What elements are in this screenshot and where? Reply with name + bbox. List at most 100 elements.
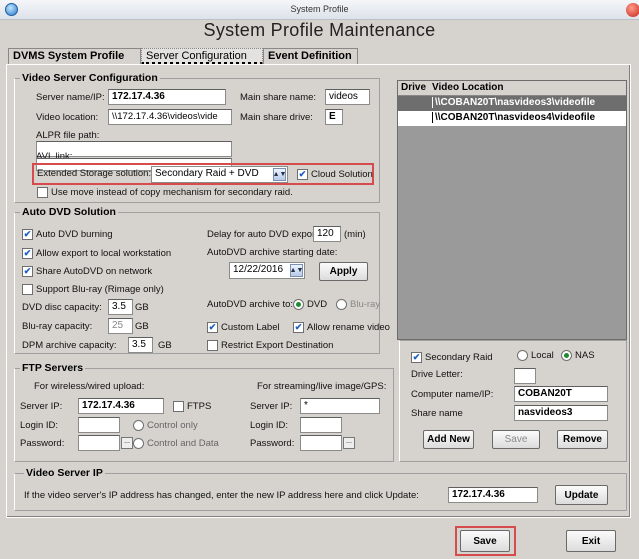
save-button[interactable]: Save xyxy=(460,530,510,552)
ftp-server-ip-input[interactable]: 172.17.4.36 xyxy=(78,398,164,414)
computer-name-input[interactable]: COBAN20T xyxy=(514,386,608,402)
archive-bluray-radio[interactable] xyxy=(336,299,347,310)
bluray-capacity-label: Blu-ray capacity: xyxy=(22,321,93,332)
ftp-left-caption: For wireless/wired upload: xyxy=(34,381,145,392)
update-button[interactable]: Update xyxy=(555,485,608,505)
stream-password-input[interactable] xyxy=(300,435,342,451)
delay-unit: (min) xyxy=(344,229,366,240)
apply-button[interactable]: Apply xyxy=(319,262,368,281)
nas-radio[interactable] xyxy=(561,350,572,361)
group-title: Auto DVD Solution xyxy=(20,206,118,218)
tab-dvms-system-profile[interactable]: DVMS System Profile xyxy=(8,48,141,65)
group-title: FTP Servers xyxy=(20,362,86,374)
group-title: Video Server IP xyxy=(24,467,105,479)
dvd-capacity-label: DVD disc capacity: xyxy=(22,302,102,313)
exit-button[interactable]: Exit xyxy=(566,530,616,552)
start-date-value: 12/22/2016 xyxy=(233,264,284,275)
auto-dvd-burning-label: Auto DVD burning xyxy=(36,229,113,240)
ftps-label: FTPS xyxy=(187,401,212,412)
restrict-export-checkbox[interactable] xyxy=(207,340,218,351)
checkmark-icon: ✔ xyxy=(23,266,32,276)
dpm-capacity-input[interactable]: 3.5 xyxy=(128,337,153,353)
dvd-capacity-input[interactable]: 3.5 xyxy=(108,299,133,315)
dpm-capacity-label: DPM archive capacity: xyxy=(22,340,117,351)
start-date-label: AutoDVD archive starting date: xyxy=(207,247,338,258)
control-and-data-label: Control and Data xyxy=(147,438,219,449)
main-share-name-label: Main share name: xyxy=(240,92,317,103)
video-location-input[interactable]: \\172.17.4.36\videos\vide xyxy=(108,109,232,125)
local-radio[interactable] xyxy=(517,350,528,361)
allow-rename-checkbox[interactable]: ✔ xyxy=(293,322,304,333)
alpr-path-label: ALPR file path: xyxy=(36,130,100,141)
drive-column-header[interactable]: Drive xyxy=(401,82,426,93)
share-name-input[interactable]: nasvideos3 xyxy=(514,405,608,421)
share-network-label: Share AutoDVD on network xyxy=(36,266,153,277)
checkmark-icon: ✔ xyxy=(412,352,421,362)
control-only-radio[interactable] xyxy=(133,420,144,431)
table-row[interactable]: \\COBAN20T\nasvideos3\videofile xyxy=(398,96,626,111)
use-move-checkbox[interactable] xyxy=(37,187,48,198)
nas-label: NAS xyxy=(575,350,595,361)
tab-server-configuration[interactable]: Server Configuration xyxy=(141,48,263,65)
checkmark-icon: ✔ xyxy=(23,229,32,239)
start-date-picker[interactable]: 12/22/2016 ▲▼ xyxy=(229,262,305,279)
server-ip-label: Server IP: xyxy=(250,401,293,412)
page-title: System Profile Maintenance xyxy=(203,20,436,40)
server-name-input[interactable]: 172.17.4.36 xyxy=(108,89,226,105)
use-move-label: Use move instead of copy mechanism for s… xyxy=(51,187,293,198)
video-location-label: Video location: xyxy=(36,112,99,123)
location-column-header[interactable]: Video Location xyxy=(432,82,504,93)
stream-server-ip-input[interactable]: * xyxy=(300,398,380,414)
gb-unit: GB xyxy=(158,340,172,351)
support-bluray-checkbox[interactable] xyxy=(22,284,33,295)
computer-name-label: Computer name/IP: xyxy=(411,389,494,400)
drive-letter-input[interactable] xyxy=(514,368,536,384)
checkmark-icon: ✔ xyxy=(294,322,303,332)
custom-label-label: Custom Label xyxy=(221,322,280,333)
dropdown-arrow-icon[interactable]: ▲▼ xyxy=(273,168,286,181)
share-name-label: Share name xyxy=(411,408,463,419)
ftps-checkbox[interactable] xyxy=(173,401,184,412)
custom-label-checkbox[interactable]: ✔ xyxy=(207,322,218,333)
archive-dvd-label: DVD xyxy=(307,299,328,310)
cloud-solution-label: Cloud Solution xyxy=(311,169,373,180)
secondary-save-button[interactable]: Save xyxy=(492,430,540,449)
server-name-label: Server name/IP: xyxy=(36,92,105,103)
add-new-button[interactable]: Add New xyxy=(423,430,474,449)
checkmark-icon: ✔ xyxy=(23,248,32,258)
allow-export-checkbox[interactable]: ✔ xyxy=(22,248,33,259)
location-cell: \\COBAN20T\nasvideos4\videofile xyxy=(432,112,595,123)
allow-rename-label: Allow rename video xyxy=(307,322,390,333)
stream-login-input[interactable] xyxy=(300,417,342,433)
group-title: Video Server Configuration xyxy=(20,72,160,84)
remove-button[interactable]: Remove xyxy=(557,430,608,449)
drive-location-grid[interactable]: Drive Video Location \\COBAN20T\nasvideo… xyxy=(397,80,627,340)
video-ip-input[interactable]: 172.17.4.36 xyxy=(448,487,538,503)
ftp-password-input[interactable] xyxy=(78,435,120,451)
checkmark-icon: ✔ xyxy=(208,322,217,332)
secondary-raid-checkbox[interactable]: ✔ xyxy=(411,352,422,363)
bluray-capacity-input[interactable]: 25 xyxy=(108,318,133,334)
control-only-label: Control only xyxy=(147,420,198,431)
close-icon[interactable] xyxy=(626,3,639,17)
control-and-data-radio[interactable] xyxy=(133,438,144,449)
delay-input[interactable]: 120 xyxy=(313,226,341,242)
dropdown-arrow-icon[interactable]: ▲▼ xyxy=(290,264,303,277)
browse-button[interactable]: ... xyxy=(343,437,355,449)
archive-to-label: AutoDVD archive to: xyxy=(207,299,294,310)
location-cell: \\COBAN20T\nasvideos3\videofile xyxy=(432,97,595,108)
ext-storage-select[interactable]: Secondary Raid + DVD ▲▼ xyxy=(151,166,288,183)
cloud-solution-checkbox[interactable]: ✔ xyxy=(297,169,308,180)
ftp-login-input[interactable] xyxy=(78,417,120,433)
share-network-checkbox[interactable]: ✔ xyxy=(22,266,33,277)
table-row[interactable]: \\COBAN20T\nasvideos4\videofile xyxy=(398,111,626,126)
ftp-right-caption: For streaming/live image/GPS: xyxy=(257,381,387,392)
auto-dvd-burning-checkbox[interactable]: ✔ xyxy=(22,229,33,240)
tab-event-definition[interactable]: Event Definition xyxy=(263,48,358,65)
main-share-name-input[interactable]: videos xyxy=(325,89,370,105)
ext-storage-label: Extended Storage solution: xyxy=(37,168,152,179)
password-label: Password: xyxy=(250,438,295,449)
main-share-drive-input[interactable]: E xyxy=(325,109,343,125)
browse-button[interactable]: ... xyxy=(121,437,133,449)
archive-dvd-radio[interactable] xyxy=(293,299,304,310)
